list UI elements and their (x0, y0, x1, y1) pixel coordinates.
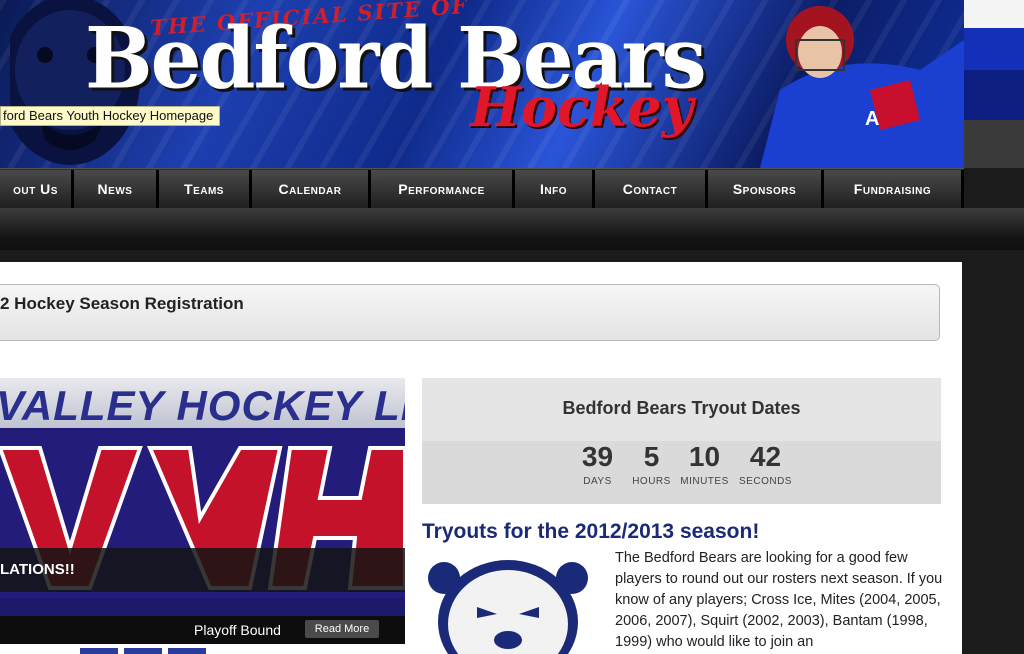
nav-label: Sponsors (732, 181, 797, 197)
registration-bar[interactable]: 2 Hockey Season Registration (0, 284, 940, 341)
tryout-header: Bedford Bears Tryout Dates (422, 378, 941, 441)
slider-thumbnails (80, 648, 206, 654)
countdown-label: MINUTES (680, 476, 729, 487)
nav-label: Fundraising (853, 181, 932, 197)
countdown-minutes: 10 MINUTES (675, 441, 735, 504)
tryout-title: Bedford Bears Tryout Dates (562, 398, 801, 418)
slider-footer: Playoff Bound Read More (0, 616, 405, 644)
countdown-value: 42 (749, 441, 782, 472)
slider-banner-text: VALLEY HOCKEY LEA (0, 382, 405, 429)
registration-title: 2 Hockey Season Registration (0, 294, 244, 313)
nav-contact[interactable]: Contact (595, 170, 708, 208)
slider-thumb[interactable] (168, 648, 206, 654)
main-nav: out Us News Teams Calendar Performance I… (0, 168, 964, 209)
nav-teams[interactable]: Teams (159, 170, 252, 208)
nav-shadow-strip (0, 208, 1024, 250)
header-banner: The Official Site of Bedford Bears Hocke… (0, 0, 964, 168)
nav-label: out Us (13, 181, 58, 197)
tooltip: ford Bears Youth Hockey Homepage (0, 106, 221, 126)
site-subtitle: Hockey (470, 75, 694, 139)
countdown-timer: 39 DAYS 5 HOURS 10 MINUTES 42 SECONDS (422, 441, 941, 504)
nav-label: Teams (184, 181, 224, 197)
news-article-title[interactable]: Tryouts for the 2012/2013 season! (422, 520, 759, 544)
countdown-seconds: 42 SECONDS (735, 441, 797, 504)
main-content: 2 Hockey Season Registration VALLEY HOCK… (0, 262, 962, 654)
nav-label: Contact (622, 181, 678, 197)
tryout-countdown-box: Bedford Bears Tryout Dates 39 DAYS 5 HOU… (422, 378, 941, 504)
countdown-days: 39 DAYS (567, 441, 629, 504)
nav-fundraising[interactable]: Fundraising (824, 170, 964, 208)
countdown-hours: 5 HOURS (629, 441, 675, 504)
nav-sponsors[interactable]: Sponsors (708, 170, 824, 208)
countdown-label: DAYS (583, 476, 612, 487)
slider-item-title: Playoff Bound (194, 622, 281, 638)
svg-text:A: A (865, 108, 879, 130)
nav-info[interactable]: Info (515, 170, 595, 208)
bear-head-logo (428, 560, 588, 654)
countdown-value: 39 (581, 441, 614, 472)
hockey-player-image: A (760, 6, 964, 168)
nav-calendar[interactable]: Calendar (252, 170, 371, 208)
nav-label: Info (540, 181, 567, 197)
read-more-button[interactable]: Read More (305, 620, 379, 638)
slider-caption: LATIONS!! (0, 548, 405, 592)
news-slider[interactable]: VALLEY HOCKEY LEA LATIONS!! Playoff Boun… (0, 378, 405, 644)
nav-about-us[interactable]: out Us (0, 170, 74, 208)
slider-thumb[interactable] (80, 648, 118, 654)
slider-thumb[interactable] (124, 648, 162, 654)
nav-news[interactable]: News (74, 170, 159, 208)
slider-banner: VALLEY HOCKEY LEA (0, 378, 405, 429)
countdown-label: SECONDS (739, 476, 792, 487)
countdown-value: 10 (688, 441, 721, 472)
banner-right-edge (964, 0, 1024, 168)
countdown-value: 5 (643, 441, 660, 472)
slider-caption-text: LATIONS!! (0, 561, 75, 578)
news-article-body: The Bedford Bears are looking for a good… (615, 550, 943, 650)
nav-performance[interactable]: Performance (371, 170, 515, 208)
nav-label: Calendar (278, 181, 342, 197)
countdown-label: HOURS (632, 476, 671, 487)
nav-label: News (97, 181, 133, 197)
nav-label: Performance (398, 181, 485, 197)
